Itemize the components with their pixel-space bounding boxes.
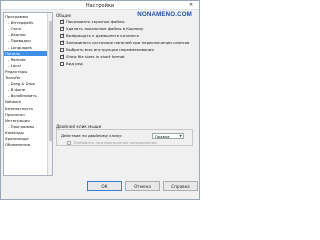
tree-item[interactable]: - Languages: [4, 45, 48, 50]
confirm-copy-checkbox[interactable]: [67, 140, 71, 145]
general-option-label: Возвращать к домашнего каталога: [66, 33, 139, 38]
tree-item[interactable]: - Приводки: [4, 38, 48, 43]
settings-window: Настройки ✕ NONAMENO.COM Программа - Инте…: [0, 0, 200, 200]
tree-item[interactable]: - Drag & Drop: [4, 81, 48, 86]
tree-item[interactable]: - Иконки: [4, 32, 48, 37]
general-option-label: Вид ред: [66, 61, 83, 66]
confirm-copy-checkbox-row[interactable]: Требовать подтверждение копирования: [67, 140, 157, 145]
tree-item[interactable]: - Интерфейс: [4, 20, 48, 25]
settings-tree[interactable]: Программа - Интерфейс - Окно - Иконки - Прив…: [3, 12, 53, 176]
general-option-checkbox[interactable]: [60, 61, 64, 66]
tree-item[interactable]: Хранилище: [4, 136, 48, 141]
tree-item[interactable]: Обновления: [4, 142, 48, 147]
tree-item[interactable]: - Окно: [4, 26, 48, 31]
general-option-row[interactable]: Показывать скрытые файлы: [60, 19, 124, 24]
tree-item[interactable]: - Remote: [4, 57, 48, 62]
ok-button[interactable]: ОК: [87, 181, 122, 191]
general-option-label: Показывать скрытые файлы: [66, 19, 125, 24]
general-option-checkbox[interactable]: [60, 47, 64, 52]
tree-item[interactable]: Редакторы: [4, 69, 48, 74]
tree-item[interactable]: Программа: [4, 14, 48, 19]
general-option-row[interactable]: Запоминать состояние панелей при переклю…: [60, 40, 189, 45]
tree-scrollbar[interactable]: [47, 13, 52, 175]
double-click-action-value: Правка: [155, 134, 170, 139]
general-option-checkbox[interactable]: [60, 19, 65, 24]
general-option-row[interactable]: Возвращать к домашнего каталога: [60, 33, 139, 38]
general-option-label: Удалять локальные файлы в Корзину: [66, 26, 144, 31]
close-icon[interactable]: ✕: [187, 2, 195, 8]
general-option-checkbox[interactable]: [60, 54, 65, 59]
tree-item[interactable]: Безопасность: [4, 106, 48, 111]
tree-item[interactable]: - В фоне: [4, 87, 48, 92]
tree-item[interactable]: - Local: [4, 63, 48, 68]
general-option-row[interactable]: Выбрать всю инструкция переименования: [60, 47, 154, 52]
general-option-row[interactable]: Show file sizes in short format: [60, 54, 125, 59]
settings-panel: Общие Показывать скрытые файлы Удалять ло…: [56, 13, 196, 174]
cancel-button[interactable]: Отмена: [125, 181, 160, 191]
tree-item[interactable]: Протокол: [4, 112, 48, 117]
tree-item[interactable]: Transfer: [4, 75, 48, 80]
general-group-label: Общие: [56, 13, 72, 18]
general-option-checkbox[interactable]: [60, 40, 65, 45]
general-option-label: Запоминать состояние панелей при переклю…: [66, 40, 190, 45]
double-click-action-select[interactable]: Правка ▼: [152, 133, 184, 139]
tree-item[interactable]: - Возобновить: [4, 93, 48, 98]
double-click-action-row: Действие по двойному клику: Правка ▼: [61, 133, 190, 139]
window-title: Настройки: [85, 3, 115, 9]
tree-item[interactable]: Интеграция: [4, 118, 48, 123]
tree-item[interactable]: - Программы: [4, 124, 48, 129]
confirm-copy-label: Требовать подтверждение копирования: [73, 140, 157, 145]
general-option-row[interactable]: Вид ред: [60, 61, 83, 66]
general-option-row[interactable]: Удалять локальные файлы в Корзину: [60, 26, 143, 31]
tree-item[interactable]: Команды: [4, 130, 48, 135]
general-option-label: Выбрать всю инструкция переименования: [66, 47, 154, 52]
general-option-checkbox[interactable]: [60, 33, 65, 38]
general-option-checkbox[interactable]: [60, 26, 65, 31]
general-option-label: Show file sizes in short format: [66, 54, 125, 59]
tree-item[interactable]: Network: [4, 99, 48, 104]
tree-scrollbar-thumb[interactable]: [49, 21, 52, 141]
double-click-action-label: Действие по двойному клику:: [61, 133, 123, 138]
tree-item[interactable]: Панель: [4, 50, 48, 56]
title-bar: Настройки ✕: [1, 1, 199, 10]
double-click-group: Действие по двойному клику: Правка ▼ Тре…: [56, 129, 193, 146]
help-button[interactable]: Справка: [163, 181, 198, 191]
chevron-down-icon: ▼: [179, 134, 182, 138]
